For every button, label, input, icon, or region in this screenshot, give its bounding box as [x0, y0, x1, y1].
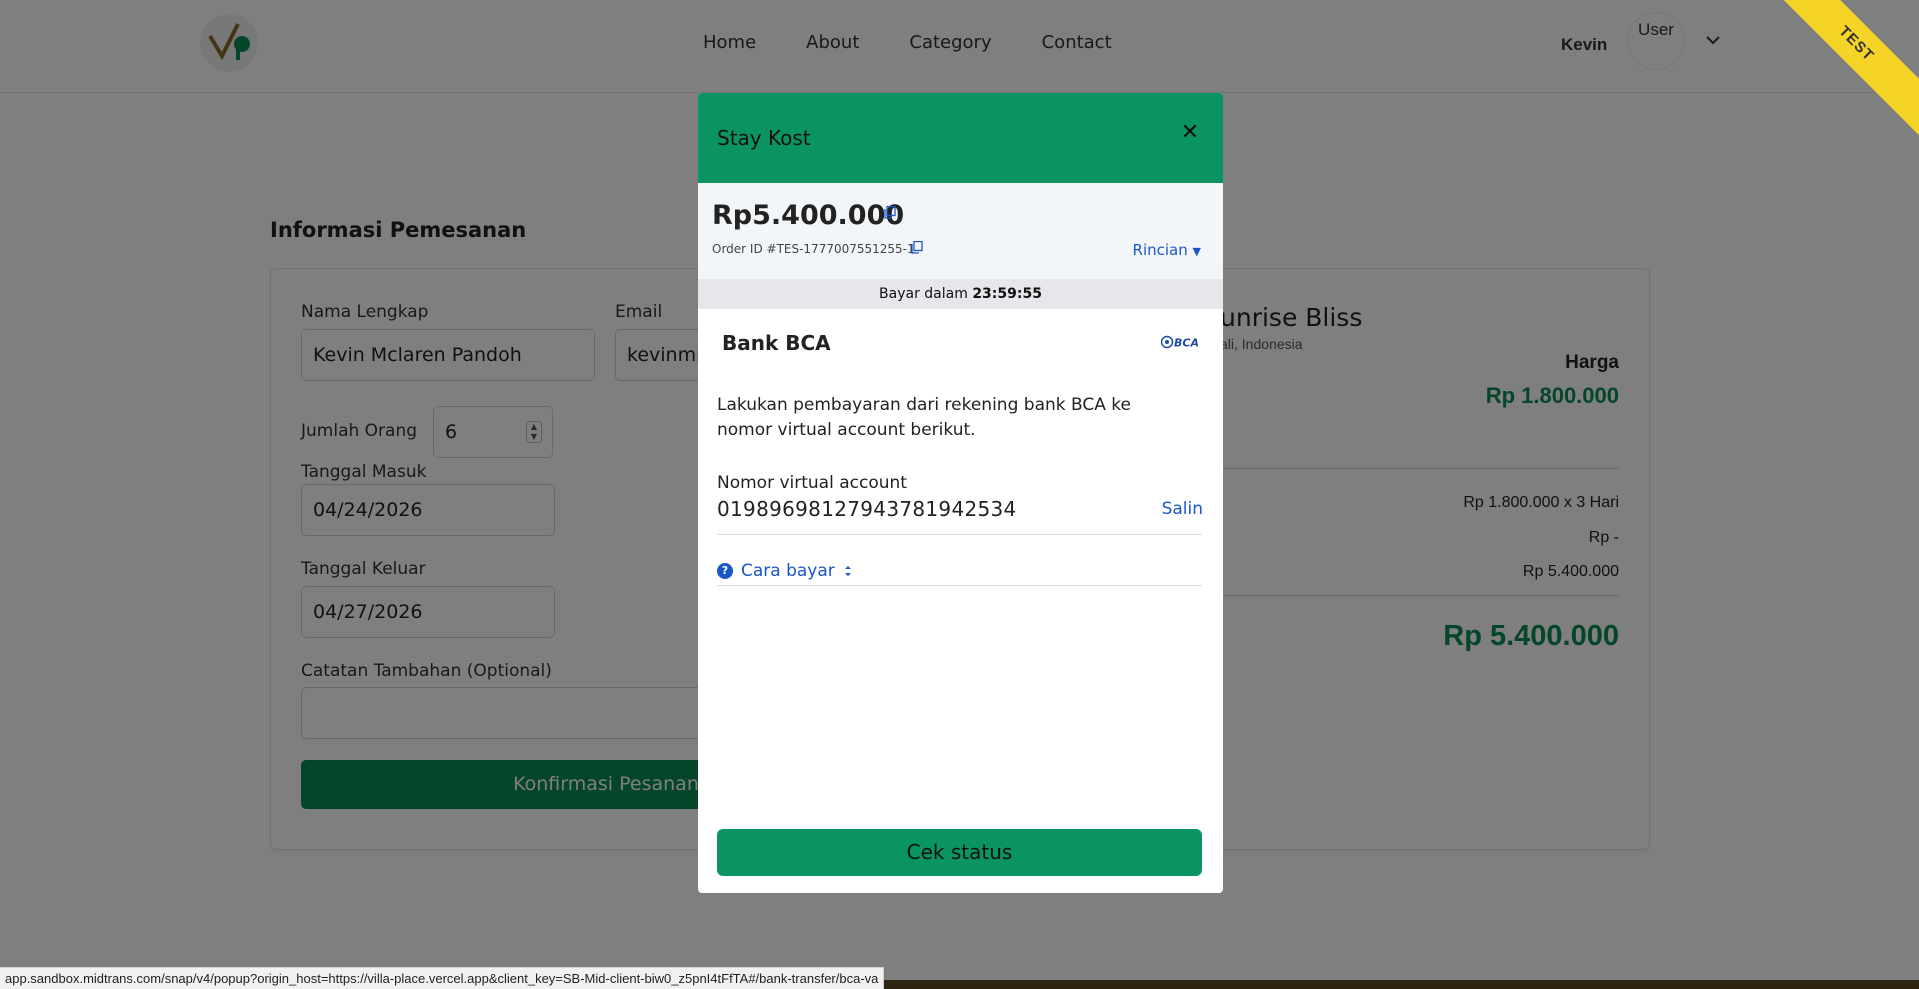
timer-value: 23:59:55 [972, 286, 1042, 302]
payment-timer: Bayar dalam 23:59:55 [698, 279, 1223, 309]
bca-logo-icon: BCA [1161, 335, 1199, 350]
copy-order-id-icon[interactable] [911, 241, 923, 254]
details-toggle[interactable]: Rincian ▼ [1133, 241, 1201, 259]
expand-icon [844, 566, 851, 576]
copy-amount-icon[interactable] [884, 206, 896, 219]
order-id: Order ID #TES-1777007551255-1 [712, 242, 915, 256]
how-to-pay-divider [717, 585, 1202, 586]
test-ribbon-label: TEST [1769, 0, 1919, 140]
copy-va-button[interactable]: Salin [1162, 499, 1203, 519]
payment-modal: Stay Kost ✕ Rp5.400.000 Order ID #TES-17… [698, 93, 1223, 893]
close-icon[interactable]: ✕ [1177, 120, 1203, 146]
va-number: 01989698127943781942534 [717, 497, 1017, 521]
merchant-name: Stay Kost [717, 126, 811, 150]
bca-logo-text: BCA [1174, 337, 1199, 350]
test-ribbon: TEST [1769, 0, 1919, 150]
amount-area [698, 183, 1223, 279]
caret-down-icon: ▼ [1192, 245, 1201, 258]
va-label: Nomor virtual account [717, 473, 907, 493]
payment-instruction: Lakukan pembayaran dari rekening bank BC… [717, 395, 1131, 440]
how-to-pay-label: Cara bayar [741, 561, 835, 581]
va-divider [717, 534, 1202, 535]
bank-name: Bank BCA [722, 331, 831, 355]
check-status-button[interactable]: Cek status [717, 829, 1202, 876]
help-icon: ? [717, 563, 733, 579]
modal-header: Stay Kost ✕ [698, 93, 1223, 183]
payment-amount: Rp5.400.000 [712, 200, 905, 231]
status-bar-url: app.sandbox.midtrans.com/snap/v4/popup?o… [0, 967, 885, 989]
details-label: Rincian [1132, 241, 1188, 259]
how-to-pay-toggle[interactable]: ? Cara bayar [717, 561, 853, 581]
timer-label: Bayar dalam [879, 286, 968, 302]
